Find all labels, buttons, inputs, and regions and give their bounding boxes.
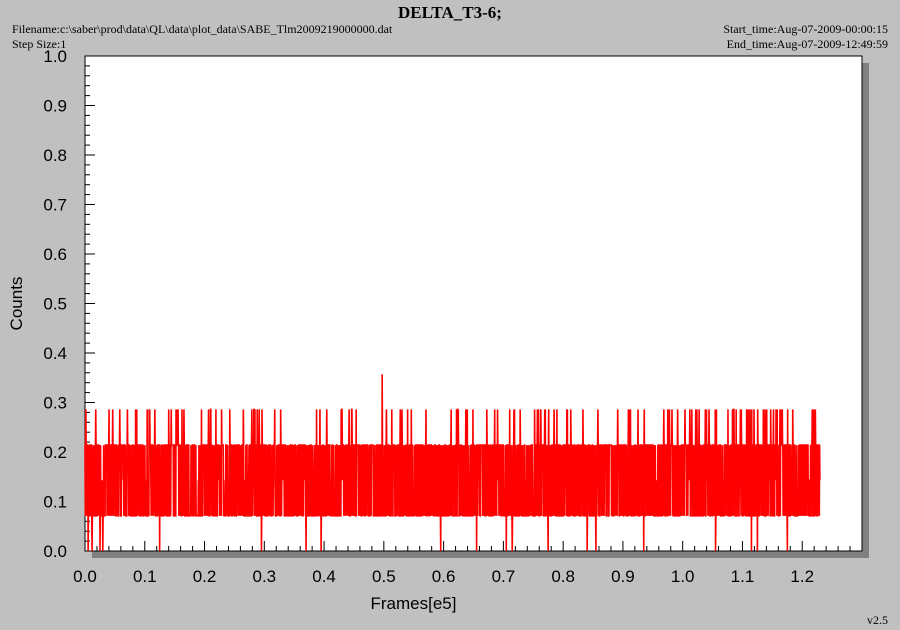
y-tick-label: 0.6 [43,245,67,264]
x-tick-label: 0.0 [73,567,97,586]
y-tick-label: 0.9 [43,97,67,116]
chart: 0.0 0.1 0.2 0.3 0.4 0.5 0.6 0.7 0.8 0.9 1.0 0.0 0.1 0… [7,47,869,613]
x-tick-label: 0.8 [551,567,575,586]
x-tick-label: 0.4 [312,567,336,586]
y-tick-label: 0.4 [43,344,67,363]
x-tick-label: 0.6 [432,567,456,586]
y-tick-label: 0.8 [43,146,67,165]
y-tick-label: 0.2 [43,443,67,462]
x-axis-label: Frames[e5] [371,594,457,613]
x-tick-label: 0.2 [193,567,217,586]
x-tick-label: 1.0 [671,567,695,586]
x-tick-label: 0.5 [372,567,396,586]
x-tick-label: 1.1 [731,567,755,586]
x-tick-label: 0.7 [492,567,516,586]
x-tick-label: 0.1 [133,567,157,586]
y-tick-label: 0.5 [43,295,67,314]
y-tick-label: 1.0 [43,47,67,66]
x-tick-label: 1.2 [790,567,814,586]
y-tick-label: 0.3 [43,394,67,413]
x-tick-label: 0.3 [252,567,276,586]
y-tick-label: 0.7 [43,196,67,215]
y-axis-label: Counts [7,277,26,331]
y-tick-label: 0.0 [43,542,67,561]
x-tick-label: 0.9 [611,567,635,586]
y-tick-label: 0.1 [43,493,67,512]
